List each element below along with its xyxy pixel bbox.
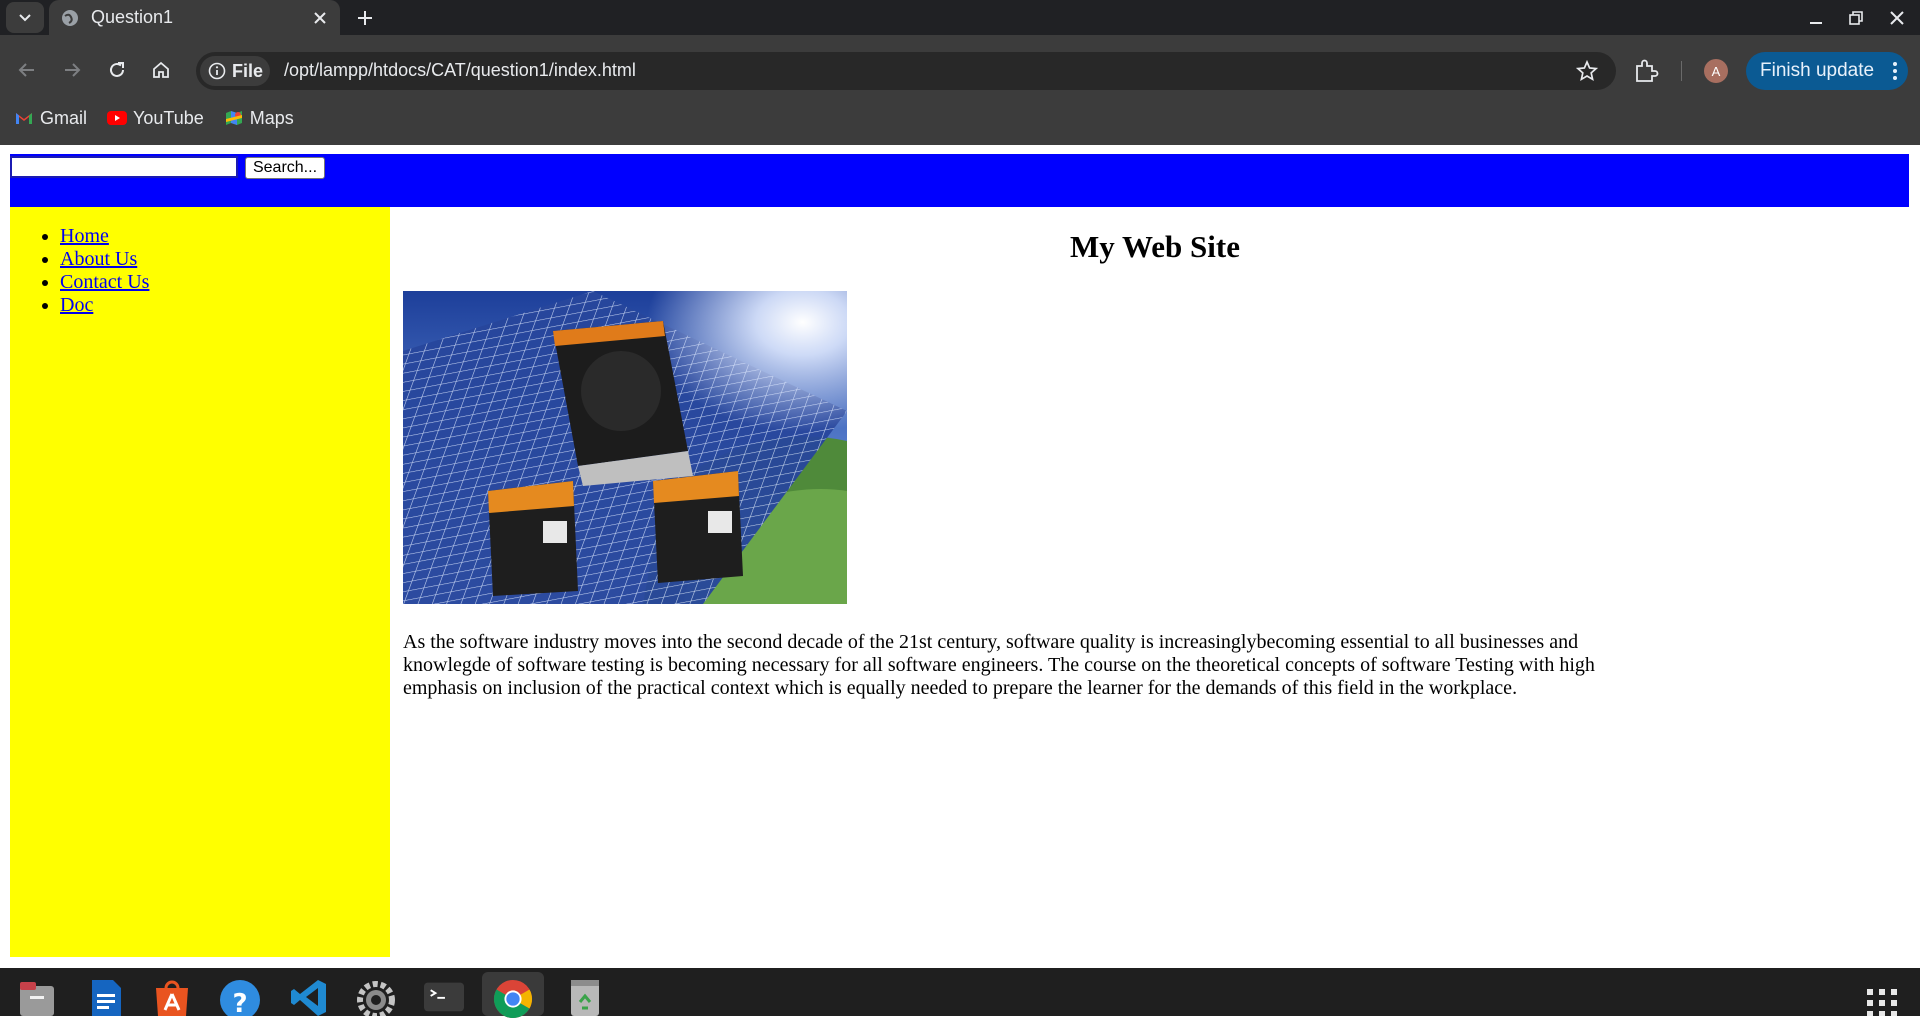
app-center-icon[interactable] bbox=[152, 978, 192, 1016]
tab-search-button[interactable] bbox=[6, 2, 44, 33]
forward-button[interactable] bbox=[55, 53, 89, 87]
new-tab-button[interactable] bbox=[352, 5, 378, 31]
close-tab-icon[interactable] bbox=[310, 8, 330, 28]
url-text[interactable]: /opt/lampp/htdocs/CAT/question1/index.ht… bbox=[284, 60, 636, 81]
minimize-button[interactable] bbox=[1803, 6, 1829, 30]
svg-text:?: ? bbox=[232, 989, 247, 1016]
nav-link-about[interactable]: About Us bbox=[60, 248, 137, 270]
terminal-icon[interactable] bbox=[424, 978, 464, 1016]
bookmark-gmail[interactable]: Gmail bbox=[14, 108, 87, 129]
show-apps-icon[interactable] bbox=[1866, 988, 1898, 1016]
settings-icon[interactable] bbox=[356, 978, 396, 1016]
close-icon bbox=[1890, 11, 1904, 25]
arrow-right-icon bbox=[65, 63, 81, 77]
back-button[interactable] bbox=[10, 53, 44, 87]
restore-button[interactable] bbox=[1843, 6, 1869, 30]
nav-link-contact[interactable]: Contact Us bbox=[60, 271, 149, 293]
search-input[interactable] bbox=[10, 156, 238, 178]
trash-icon[interactable] bbox=[565, 978, 605, 1016]
bookmark-maps[interactable]: Maps bbox=[224, 108, 294, 129]
arrow-left-icon bbox=[18, 63, 34, 77]
bookmark-label: Gmail bbox=[40, 107, 88, 128]
reload-icon bbox=[110, 62, 124, 77]
info-icon bbox=[208, 62, 226, 80]
globe-icon bbox=[61, 9, 79, 27]
gmail-icon bbox=[14, 108, 34, 128]
sidebar: Home About Us Contact Us Doc bbox=[10, 207, 390, 957]
body-paragraph: As the software industry moves into the … bbox=[403, 631, 1595, 699]
home-icon bbox=[153, 61, 169, 78]
vscode-icon[interactable] bbox=[289, 978, 329, 1016]
bookmark-label: YouTube bbox=[133, 107, 204, 128]
more-vert-icon bbox=[1893, 62, 1897, 80]
page-title: My Web Site bbox=[1070, 229, 1240, 264]
nav-item-doc: Doc bbox=[60, 294, 149, 317]
maps-icon bbox=[224, 108, 244, 128]
writer-icon[interactable] bbox=[86, 978, 126, 1016]
taskbar: ? bbox=[0, 968, 1920, 1019]
nav-item-contact: Contact Us bbox=[60, 271, 149, 294]
tab-strip: Question1 bbox=[0, 0, 1920, 35]
minimize-icon bbox=[1810, 22, 1822, 24]
site-info-chip[interactable]: File bbox=[200, 56, 270, 86]
toolbar-divider bbox=[1681, 61, 1682, 81]
chrome-icon[interactable] bbox=[493, 978, 533, 1019]
address-bar[interactable]: File /opt/lampp/htdocs/CAT/question1/ind… bbox=[196, 52, 1616, 90]
page-header: Search... bbox=[10, 154, 1909, 207]
plus-icon bbox=[358, 11, 372, 25]
extensions-icon[interactable] bbox=[1632, 57, 1660, 85]
help-icon[interactable]: ? bbox=[220, 978, 260, 1016]
site-chip-label: File bbox=[232, 60, 264, 81]
nav-link-home[interactable]: Home bbox=[60, 225, 109, 247]
bookmark-label: Maps bbox=[249, 107, 294, 128]
tab-title: Question1 bbox=[91, 7, 174, 27]
profile-avatar[interactable]: A bbox=[1704, 59, 1728, 83]
star-icon[interactable] bbox=[1576, 60, 1598, 82]
search-button[interactable]: Search... bbox=[245, 157, 325, 179]
restore-icon bbox=[1849, 11, 1863, 25]
hero-image bbox=[403, 291, 847, 604]
nav-list: Home About Us Contact Us Doc bbox=[60, 225, 149, 317]
nav-item-about: About Us bbox=[60, 248, 149, 271]
nav-link-doc[interactable]: Doc bbox=[60, 294, 93, 316]
chevron-down-icon bbox=[19, 13, 31, 21]
close-window-button[interactable] bbox=[1884, 6, 1910, 30]
bookmarks-bar: Gmail YouTube Maps bbox=[0, 101, 300, 135]
youtube-icon bbox=[107, 108, 128, 128]
nav-item-home: Home bbox=[60, 225, 149, 248]
main-content: My Web Site As the software industry mov… bbox=[390, 207, 1920, 957]
finish-update-label: Finish update bbox=[1760, 60, 1875, 81]
reload-button[interactable] bbox=[100, 53, 134, 87]
browser-tab[interactable]: Question1 bbox=[49, 0, 340, 35]
files-icon[interactable] bbox=[17, 978, 57, 1016]
finish-update-button[interactable]: Finish update bbox=[1746, 52, 1908, 90]
bookmark-youtube[interactable]: YouTube bbox=[107, 108, 204, 129]
home-button[interactable] bbox=[144, 53, 178, 87]
